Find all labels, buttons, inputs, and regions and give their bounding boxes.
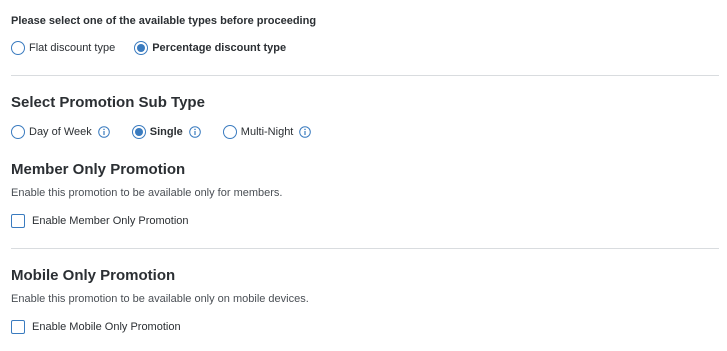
radio-unchecked-icon[interactable] [11,125,25,139]
radio-unchecked-icon[interactable] [222,125,237,139]
radio-unchecked-icon[interactable] [11,41,25,55]
member-only-checkbox-label: Enable Member Only Promotion [32,215,189,227]
discount-type-radio-group: Flat discount type Percentage discount t… [11,41,305,55]
discount-type-instruction: Please select one of the available types… [11,15,317,27]
radio-checked-icon[interactable] [134,41,149,55]
member-only-checkbox[interactable] [11,214,25,228]
percentage-discount-radio[interactable]: Percentage discount type [134,41,286,55]
single-label: Single [149,126,183,138]
mobile-only-checkbox[interactable] [11,320,25,334]
flat-discount-radio[interactable]: Flat discount type [11,41,115,55]
promotion-subtype-title: Select Promotion Sub Type [11,94,205,111]
section-divider [11,248,719,249]
member-only-description: Enable this promotion to be available on… [11,187,283,199]
member-only-title: Member Only Promotion [11,161,186,178]
mobile-only-checkbox-row[interactable]: Enable Mobile Only Promotion [11,320,181,334]
promotion-settings-form: Please select one of the available types… [0,0,727,351]
day-of-week-label: Day of Week [29,126,92,138]
mobile-only-description: Enable this promotion to be available on… [11,293,309,305]
info-icon[interactable] [188,126,201,138]
info-icon[interactable] [299,126,312,138]
promotion-subtype-radio-group: Day of Week Single Multi-Night [11,125,330,139]
flat-discount-label: Flat discount type [29,42,116,54]
section-divider [11,75,719,76]
mobile-only-checkbox-label: Enable Mobile Only Promotion [32,321,181,333]
multi-night-label: Multi-Night [240,126,294,138]
multi-night-radio[interactable]: Multi-Night [222,125,312,139]
mobile-only-title: Mobile Only Promotion [11,267,176,284]
percentage-discount-label: Percentage discount type [152,42,287,54]
info-icon[interactable] [97,126,110,138]
day-of-week-radio[interactable]: Day of Week [11,125,110,139]
single-radio[interactable]: Single [131,125,201,139]
radio-checked-icon[interactable] [131,125,146,139]
member-only-checkbox-row[interactable]: Enable Member Only Promotion [11,214,189,228]
